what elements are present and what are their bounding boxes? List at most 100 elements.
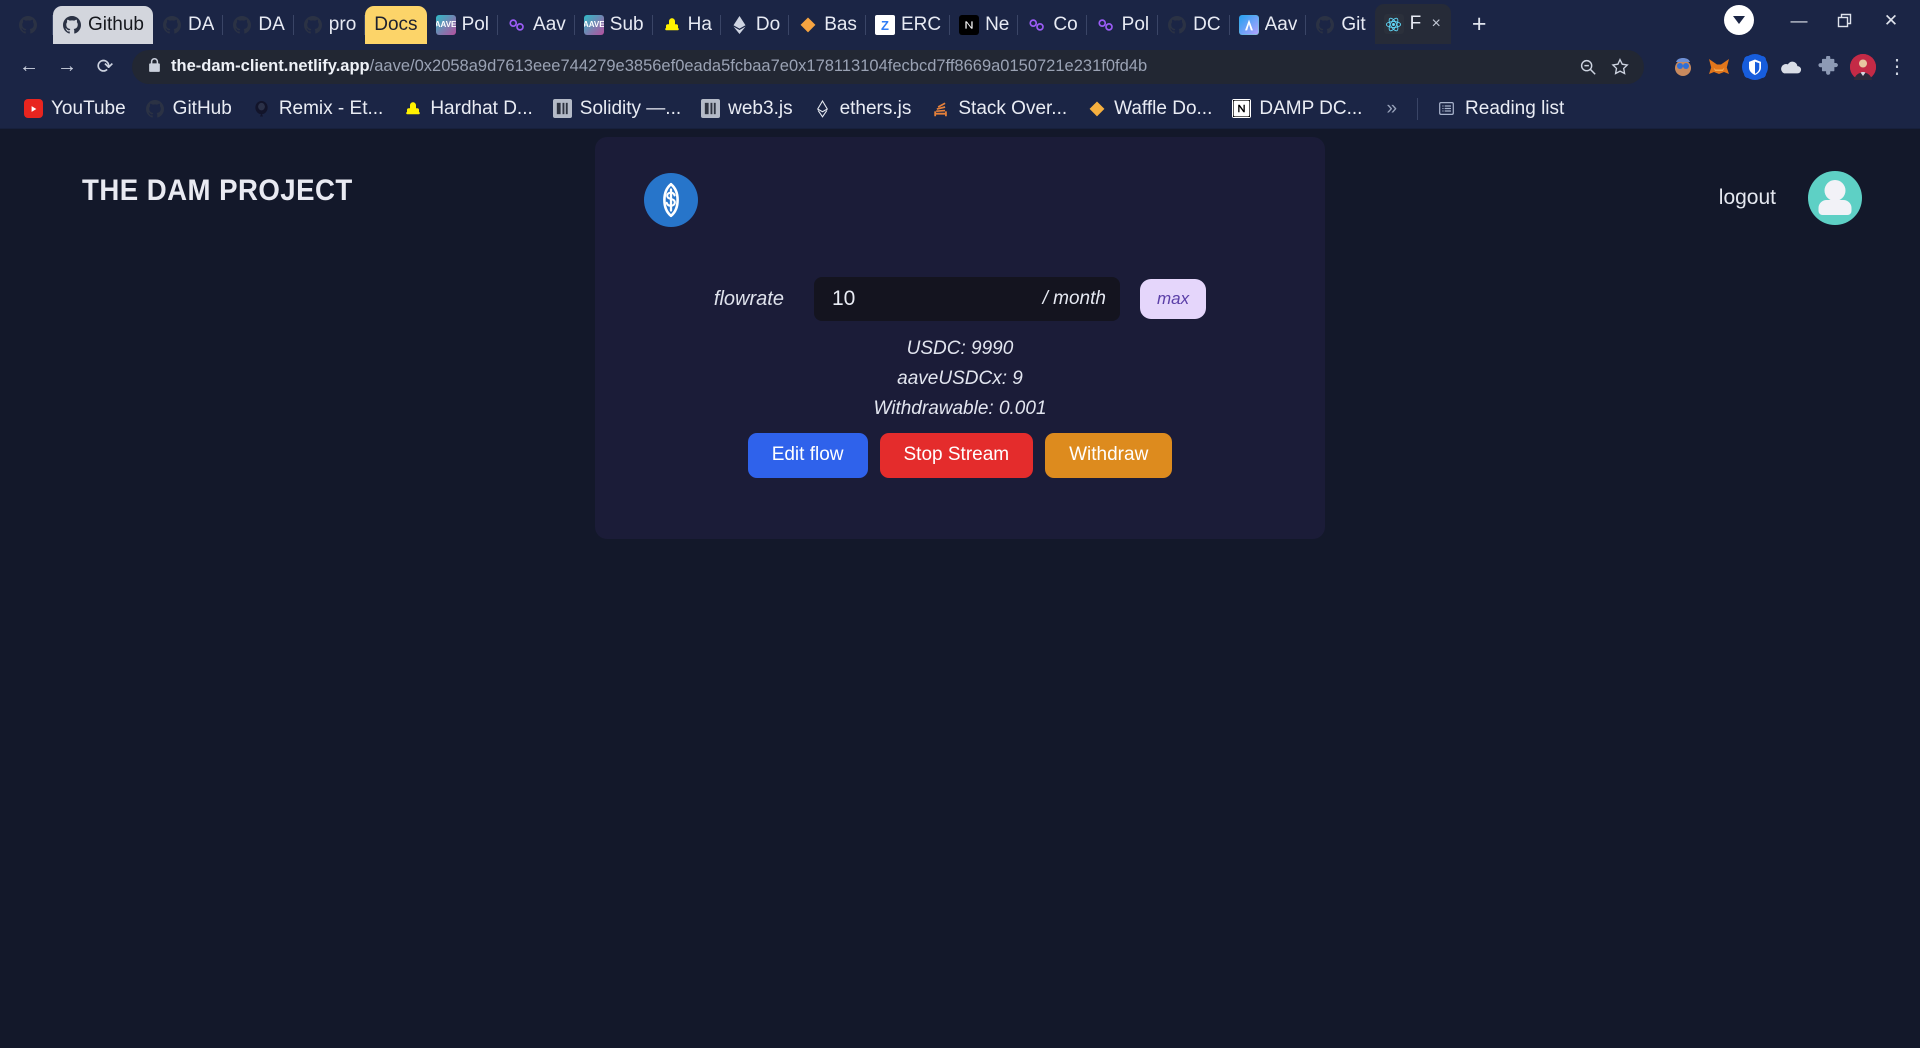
- tab-title: DC: [1193, 14, 1221, 35]
- bookmark-youtube[interactable]: YouTube: [14, 98, 136, 120]
- withdraw-button[interactable]: Withdraw: [1045, 433, 1173, 478]
- bitwarden-extension-icon[interactable]: [1742, 53, 1768, 80]
- browser-tab-11[interactable]: Bas: [789, 6, 866, 44]
- reload-button[interactable]: ⟳: [88, 50, 122, 84]
- bookmark-ethersjs[interactable]: ethers.js: [803, 98, 922, 120]
- account-controls: logout: [1719, 171, 1862, 225]
- bookmark-label: Waffle Do...: [1114, 97, 1213, 119]
- bookmark-solidity[interactable]: Solidity —...: [543, 98, 691, 120]
- tab-title: Docs: [374, 14, 418, 35]
- back-button[interactable]: ←: [12, 50, 46, 84]
- arbitrum-icon: [1238, 15, 1259, 35]
- superfluid-icon: [507, 15, 527, 35]
- new-tab-button[interactable]: +: [1461, 6, 1497, 42]
- close-icon[interactable]: ×: [1427, 15, 1445, 33]
- browser-menu-icon[interactable]: ⋮: [1886, 54, 1908, 79]
- flowrate-unit-label: / month: [1042, 288, 1106, 309]
- page-title: THE DAM PROJECT: [82, 174, 353, 207]
- bookmark-web3js[interactable]: web3.js: [691, 98, 802, 120]
- browser-tab-17[interactable]: Aav: [1230, 6, 1307, 44]
- bookmark-waffle[interactable]: Waffle Do...: [1077, 98, 1222, 120]
- browser-tab-5[interactable]: Docs: [365, 6, 427, 44]
- tab-title: Bas: [824, 14, 857, 35]
- maximize-button[interactable]: [1822, 5, 1868, 37]
- bookmark-stackoverflow[interactable]: Stack Over...: [921, 98, 1077, 120]
- cloud-extension-icon[interactable]: [1778, 54, 1804, 80]
- bookmark-remix[interactable]: Remix - Et...: [242, 98, 394, 120]
- tab-title: Sub: [609, 14, 644, 35]
- flowrate-input-wrapper[interactable]: / month: [813, 277, 1120, 321]
- reading-list-button[interactable]: Reading list: [1428, 98, 1572, 120]
- browser-tab-13[interactable]: Ne: [950, 6, 1019, 44]
- profile-chip[interactable]: [1724, 5, 1754, 35]
- browser-tab-8[interactable]: AAVE Sub: [575, 6, 653, 44]
- logout-button[interactable]: logout: [1719, 186, 1776, 210]
- browser-tab-6[interactable]: AAVE Pol: [427, 6, 499, 44]
- bookmark-github[interactable]: GitHub: [136, 98, 242, 120]
- user-avatar[interactable]: [1808, 171, 1862, 225]
- max-button[interactable]: max: [1139, 279, 1207, 319]
- browser-tab-3[interactable]: DA: [223, 6, 294, 44]
- forward-button[interactable]: →: [50, 50, 84, 84]
- browser-tab-0[interactable]: [4, 6, 53, 44]
- browser-tab-10[interactable]: Do: [721, 6, 790, 44]
- bookmark-label: Remix - Et...: [278, 97, 384, 119]
- waffle-icon: [1087, 99, 1106, 118]
- tab-title: pro: [328, 14, 357, 35]
- url-path: /aave/0x2058a9d7613eee744279e3856ef0eada…: [369, 57, 1148, 75]
- browser-tab-15[interactable]: Pol: [1087, 6, 1159, 44]
- address-bar[interactable]: the-dam-client.netlify.app/aave/0x2058a9…: [132, 49, 1644, 84]
- browser-tab-1[interactable]: Github: [53, 6, 153, 44]
- solidity-icon: [552, 99, 572, 118]
- tab-title: Git: [1341, 14, 1366, 35]
- bookmark-label: DAMP DC...: [1259, 97, 1363, 119]
- browser-tab-active[interactable]: F ×: [1374, 4, 1452, 44]
- bookmark-hardhat[interactable]: Hardhat D...: [393, 98, 542, 120]
- github-icon: [1167, 15, 1187, 35]
- stackoverflow-icon: [931, 99, 950, 118]
- metamask-extension-icon[interactable]: [1706, 54, 1732, 80]
- star-icon[interactable]: [1606, 53, 1634, 81]
- tab-title: DA: [258, 14, 285, 35]
- browser-tab-12[interactable]: Z ERC: [866, 6, 951, 44]
- bookmarks-overflow-button[interactable]: »: [1372, 98, 1411, 120]
- flowrate-input[interactable]: [831, 287, 1012, 311]
- url-host: the-dam-client.netlify.app: [171, 57, 370, 75]
- navigation-bar: ← → ⟳ the-dam-client.netlify.app/aave/0x…: [0, 44, 1920, 89]
- bookmark-label: GitHub: [172, 97, 232, 119]
- extensions-puzzle-icon[interactable]: [1814, 54, 1840, 80]
- browser-tab-16[interactable]: DC: [1158, 6, 1230, 44]
- edit-flow-button[interactable]: Edit flow: [747, 433, 868, 478]
- window-controls: — ✕: [1724, 5, 1920, 44]
- browser-tab-18[interactable]: Git: [1306, 6, 1374, 44]
- bookmark-damp-dc[interactable]: DAMP DC...: [1222, 98, 1372, 120]
- youtube-icon: [24, 99, 43, 118]
- aave-icon: AAVE: [435, 15, 456, 35]
- close-window-button[interactable]: ✕: [1868, 5, 1914, 37]
- avatar-body: [1818, 200, 1852, 215]
- rabby-extension-icon[interactable]: [1670, 54, 1696, 80]
- minimize-button[interactable]: —: [1776, 5, 1822, 37]
- bookmark-label: ethers.js: [839, 97, 912, 119]
- notion-icon: [1232, 99, 1252, 118]
- balance-withdrawable: Withdrawable: 0.001: [873, 398, 1047, 419]
- github-icon: [146, 99, 165, 118]
- tab-title: Aav: [533, 14, 566, 35]
- stop-stream-button[interactable]: Stop Stream: [879, 433, 1034, 478]
- bookmark-label: Hardhat D...: [430, 97, 533, 119]
- bookmarks-bar: YouTube GitHub Remix - Et... Hardhat D..…: [0, 89, 1920, 129]
- stream-card: flowrate / month max USDC: 9990 aaveUSDC…: [595, 137, 1325, 539]
- zoom-out-icon[interactable]: [1574, 53, 1602, 81]
- profile-avatar-icon[interactable]: [1850, 53, 1876, 80]
- bookmark-label: web3.js: [728, 97, 793, 119]
- browser-tab-9[interactable]: Ha: [653, 6, 721, 44]
- browser-tab-14[interactable]: Co: [1018, 6, 1087, 44]
- tab-title: DA: [187, 14, 215, 35]
- superfluid-icon: [1027, 15, 1047, 35]
- browser-tab-7[interactable]: Aav: [498, 6, 575, 44]
- hardhat-icon: [403, 99, 422, 118]
- flowrate-row: flowrate / month max: [595, 277, 1325, 321]
- browser-tab-4[interactable]: pro: [294, 6, 366, 44]
- browser-tab-2[interactable]: DA: [153, 6, 224, 44]
- reading-list-label: Reading list: [1465, 97, 1565, 119]
